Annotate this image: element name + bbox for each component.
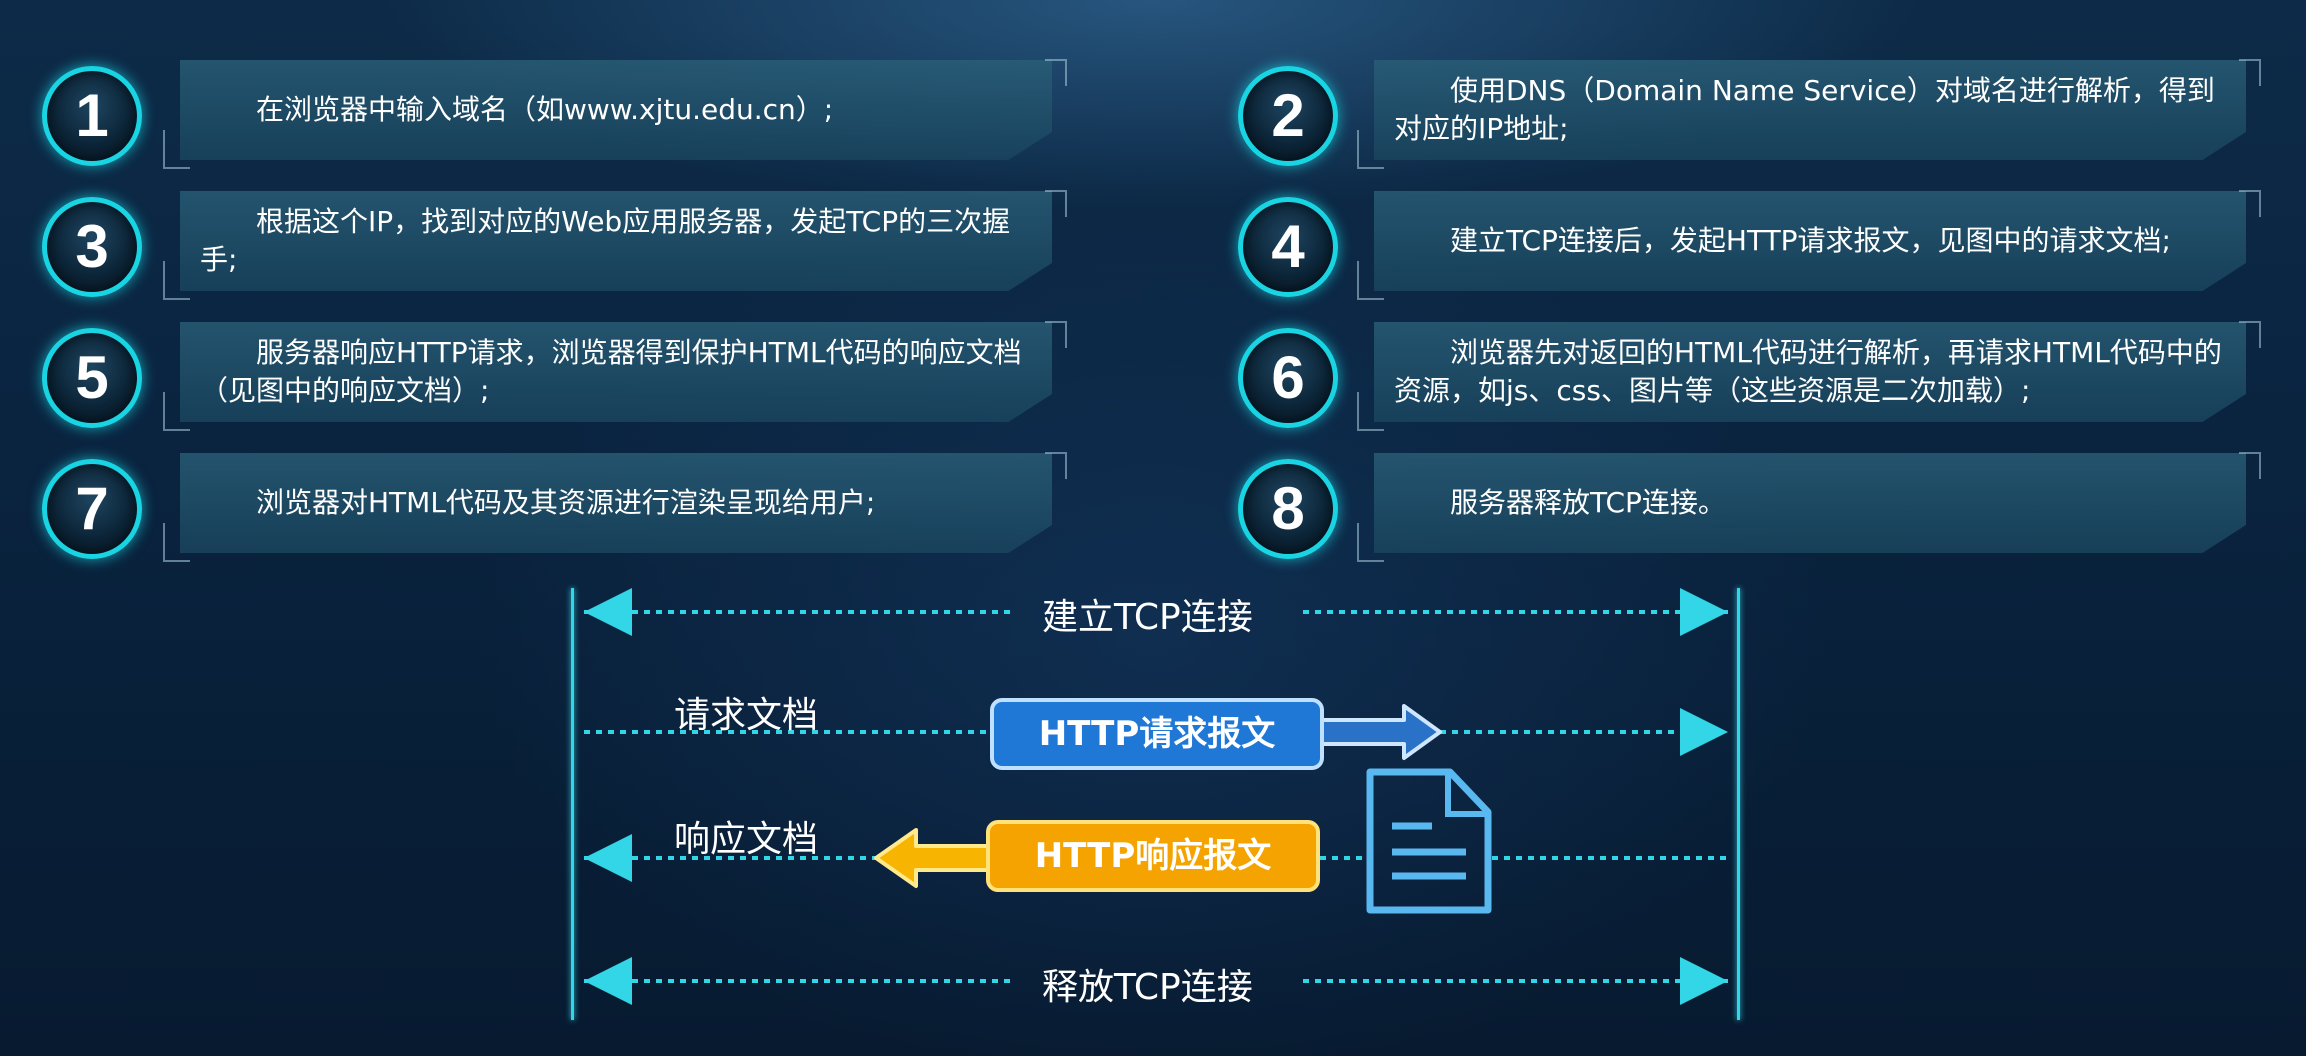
document-icon [1366, 768, 1492, 914]
http-response-message: HTTP响应报文 [986, 820, 1320, 892]
establish-tcp-label: 建立TCP连接 [1042, 597, 1253, 638]
request-doc-label: 请求文档 [674, 695, 819, 736]
release-tcp-label: 释放TCP连接 [1042, 967, 1253, 1008]
message-arrows [584, 588, 1728, 1005]
http-request-message: HTTP请求报文 [990, 698, 1324, 770]
response-doc-label: 响应文档 [674, 819, 819, 860]
